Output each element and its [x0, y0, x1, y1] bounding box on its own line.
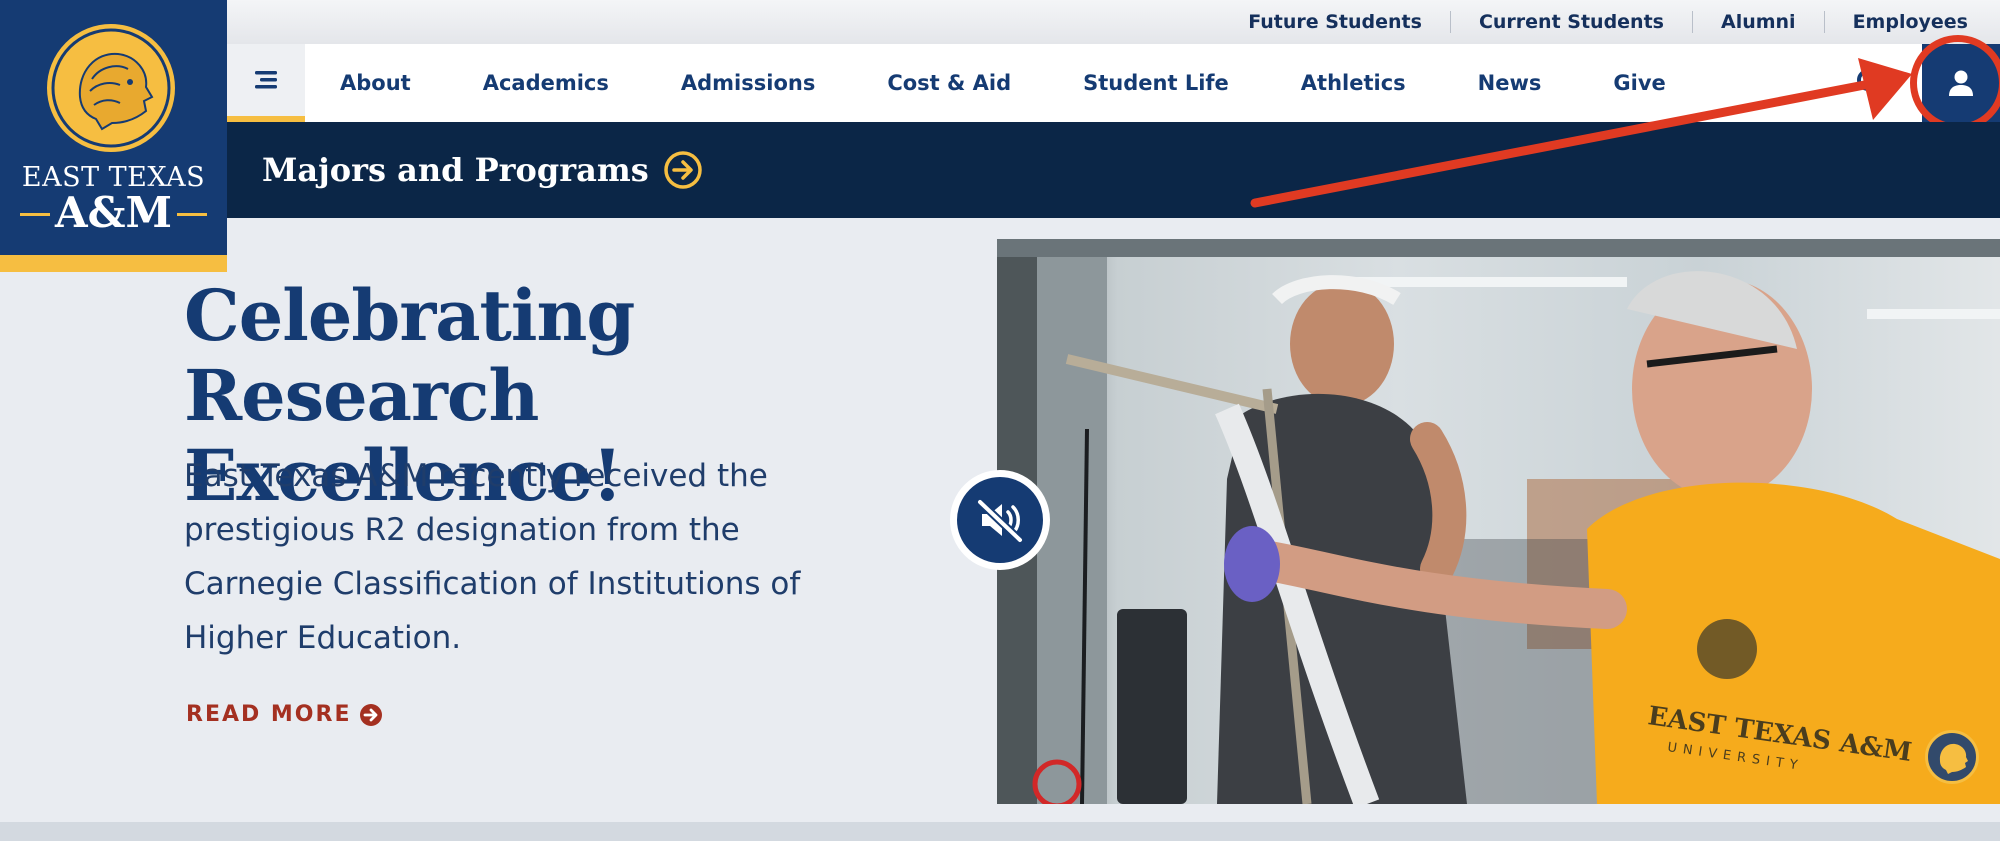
main-nav: About Academics Admissions Cost & Aid St…: [227, 35, 2000, 131]
utility-link-future-students[interactable]: Future Students: [1220, 11, 1450, 33]
mute-icon: [977, 499, 1023, 543]
nav-link-student-life[interactable]: Student Life: [1083, 71, 1229, 95]
nav-link-news[interactable]: News: [1478, 71, 1542, 95]
primary-nav-links: About Academics Admissions Cost & Aid St…: [340, 44, 1738, 122]
site-logo[interactable]: EAST TEXAS A&M: [0, 0, 227, 272]
logo-gold-strip: [0, 255, 227, 272]
majors-programs-label: Majors and Programs: [262, 151, 649, 189]
search-button[interactable]: [1854, 66, 1888, 100]
nav-link-athletics[interactable]: Athletics: [1301, 71, 1406, 95]
utility-nav: Future Students Current Students Alumni …: [1220, 0, 1968, 44]
search-icon: [1857, 69, 1887, 99]
hero-body: East Texas A&M recently received the pre…: [184, 458, 801, 656]
utility-link-current-students[interactable]: Current Students: [1449, 11, 1692, 33]
nav-link-academics[interactable]: Academics: [483, 71, 609, 95]
nav-link-admissions[interactable]: Admissions: [681, 71, 815, 95]
arrow-right-circle-icon: [360, 703, 383, 726]
menu-button[interactable]: [227, 44, 305, 122]
utility-link-employees[interactable]: Employees: [1823, 11, 1968, 33]
majors-bar: Majors and Programs: [0, 122, 2000, 218]
nav-link-give[interactable]: Give: [1613, 71, 1665, 95]
hero-title-line1: Celebrating: [184, 274, 635, 357]
annotation-highlight-circle: [1910, 35, 2000, 131]
utility-bar: Future Students Current Students Alumni …: [0, 0, 2000, 44]
mute-button[interactable]: [950, 470, 1050, 570]
hero-video[interactable]: EAST TEXAS A&M UNIVERSITY: [997, 239, 2000, 804]
majors-programs-link[interactable]: Majors and Programs: [262, 122, 703, 218]
hero-video-frame: EAST TEXAS A&M UNIVERSITY: [997, 239, 2000, 804]
lion-watermark-icon: [1925, 730, 1979, 784]
nav-link-about[interactable]: About: [340, 71, 411, 95]
lion-logo-icon: [47, 24, 175, 152]
logo-dash-right: [177, 213, 207, 216]
read-more-link[interactable]: READ MORE: [186, 702, 383, 727]
utility-link-alumni[interactable]: Alumni: [1691, 11, 1824, 33]
nav-link-cost-aid[interactable]: Cost & Aid: [887, 71, 1011, 95]
section-divider: [0, 822, 2000, 841]
arrow-right-circle-icon: [663, 151, 702, 189]
menu-icon: [255, 71, 277, 89]
read-more-label: READ MORE: [186, 702, 352, 727]
